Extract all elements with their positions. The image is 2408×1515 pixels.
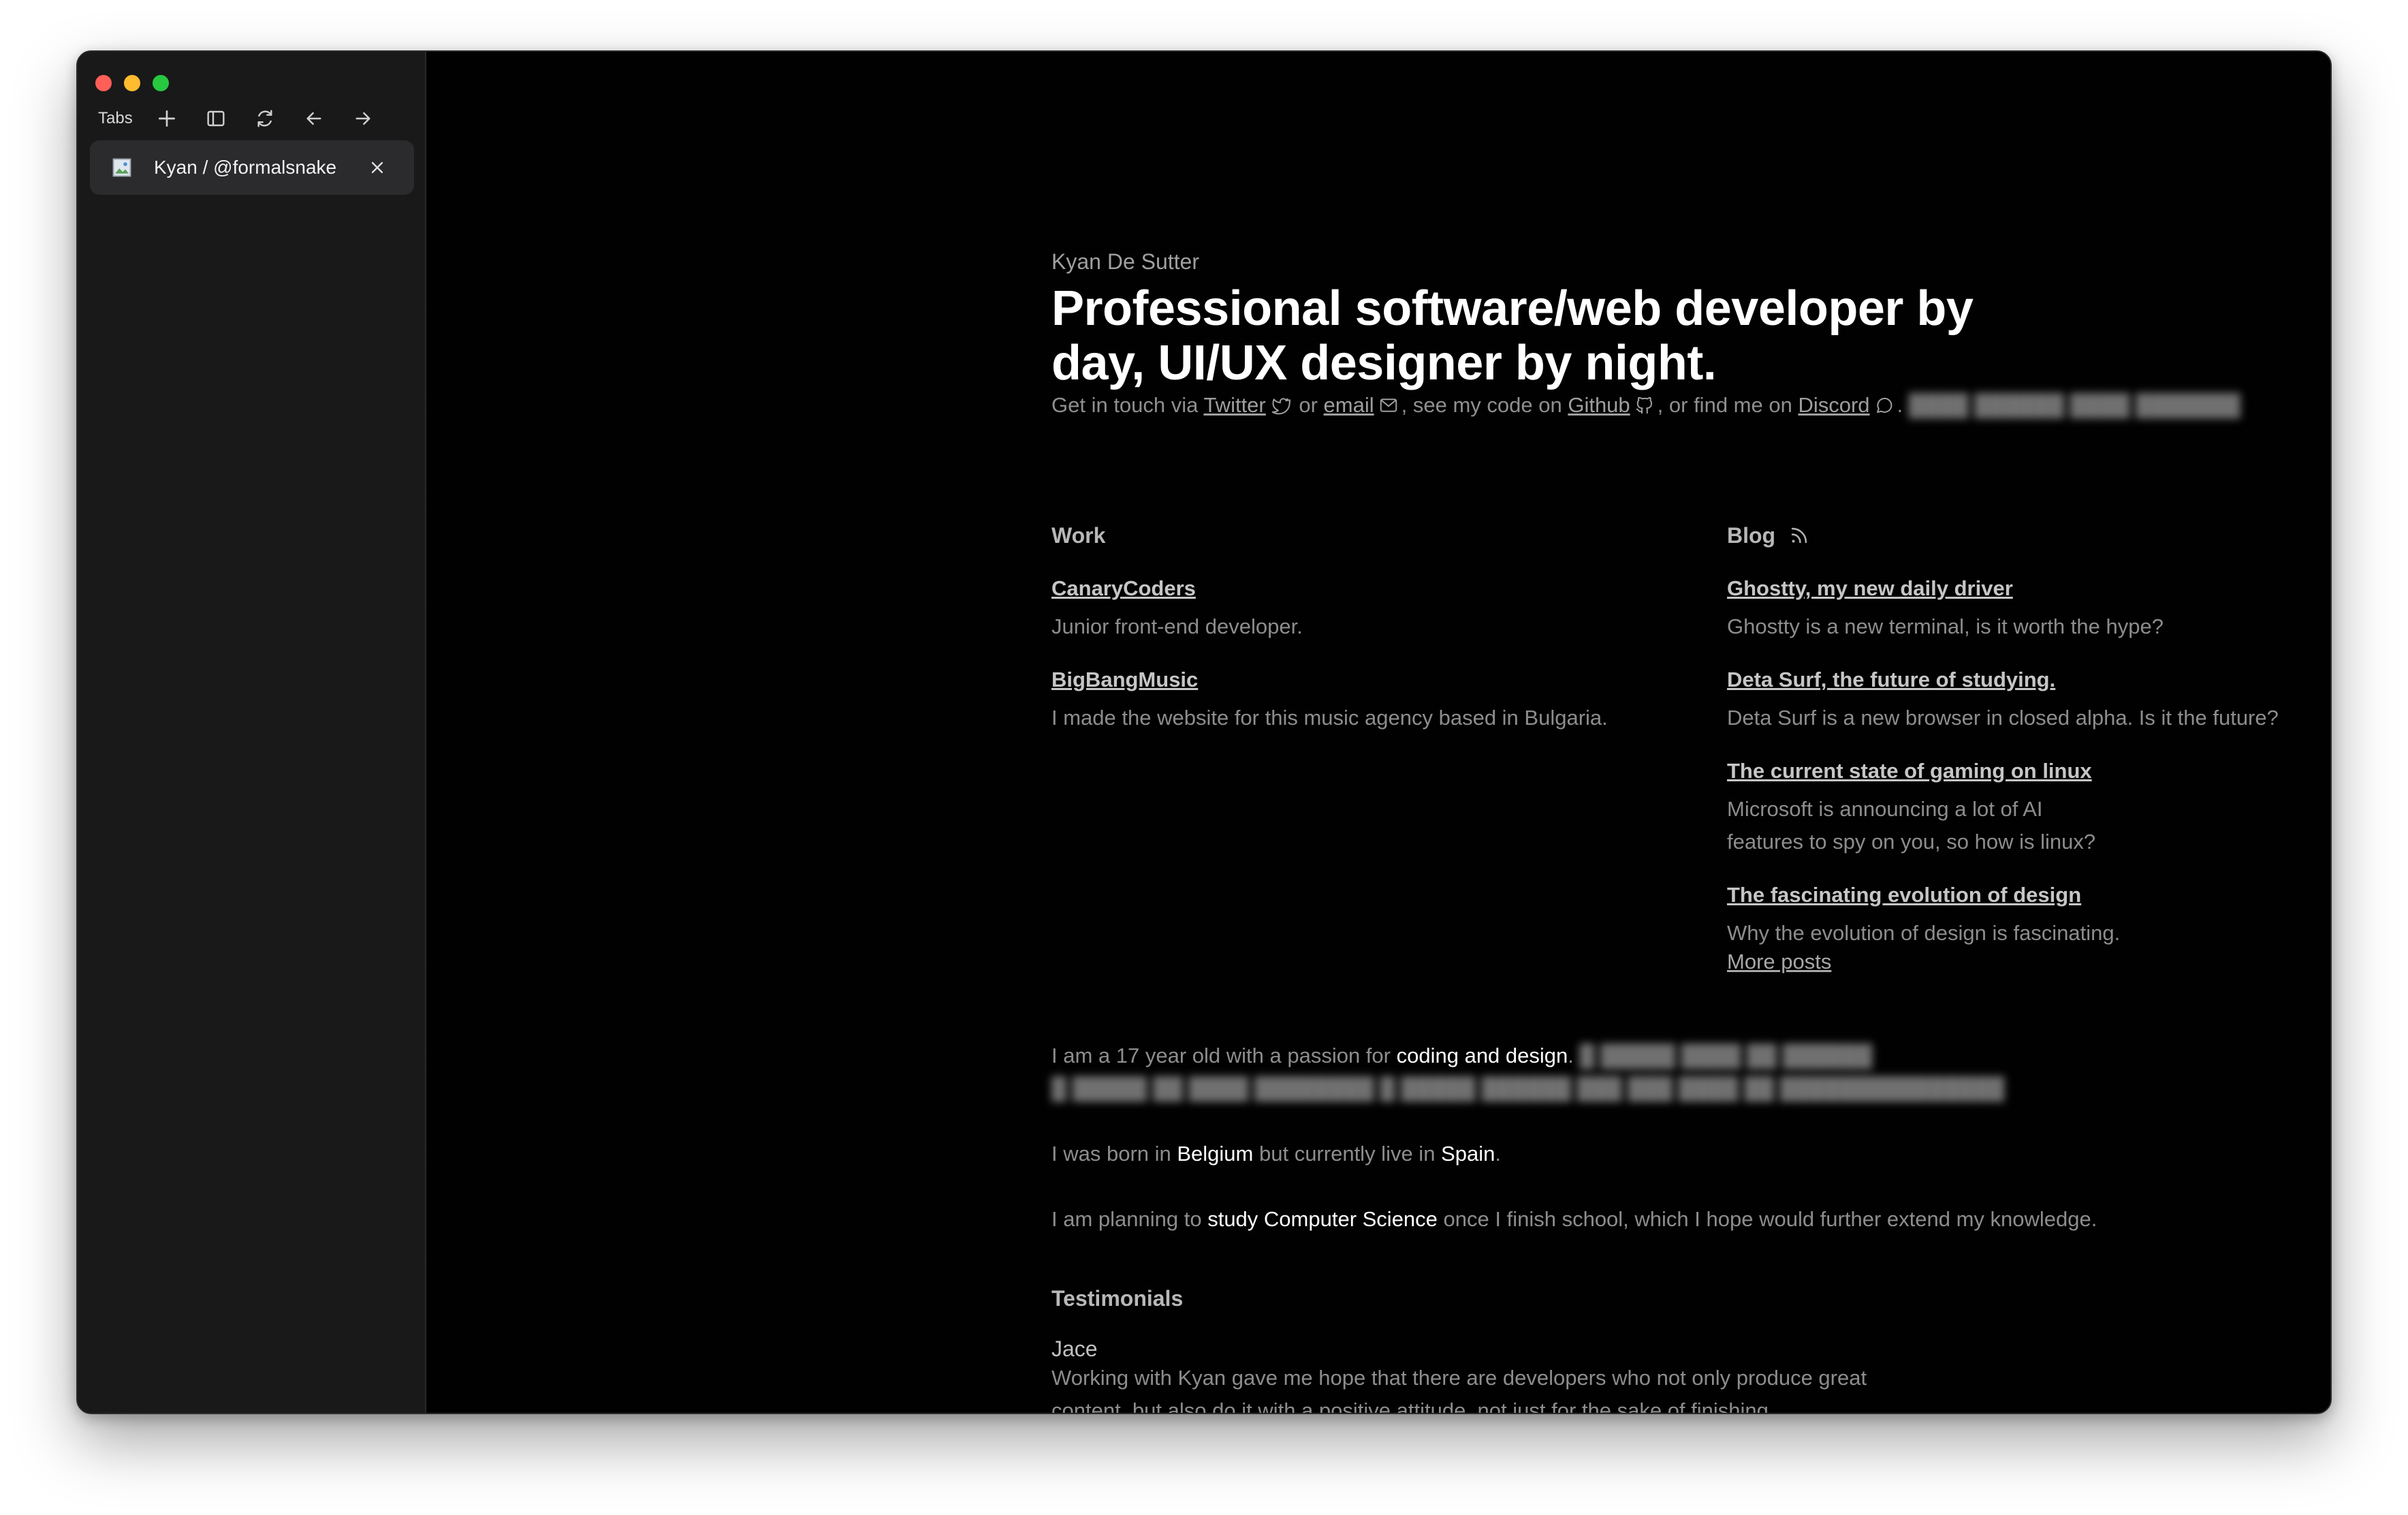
about-paragraph: I was born in Belgium but currently live…	[1051, 1138, 2330, 1170]
about-paragraph: I am a 17 year old with a passion for co…	[1051, 1040, 2330, 1105]
about-paragraph: I am planning to study Computer Science …	[1051, 1203, 2330, 1236]
blog-item: The fascinating evolution of design Why …	[1727, 883, 2330, 950]
work-section: Work CanaryCoders Junior front-end devel…	[1051, 522, 1705, 734]
about-highlight: Belgium	[1177, 1142, 1254, 1166]
window-controls	[95, 75, 169, 91]
blog-heading: Blog	[1727, 522, 2330, 549]
contact-line: Get in touch via Twitter or email , see m…	[1051, 393, 2330, 418]
browser-sidebar: Tabs Kyan / @formalsnake	[78, 52, 426, 1413]
sidebar-toggle-icon[interactable]	[201, 104, 231, 134]
reload-icon[interactable]	[250, 104, 280, 134]
blog-item-desc: Ghostty is a new terminal, is it worth t…	[1727, 614, 2164, 638]
blog-item-link[interactable]: Deta Surf, the future of studying.	[1727, 668, 2330, 692]
work-item-link[interactable]: CanaryCoders	[1051, 576, 1705, 601]
tabs-label: Tabs	[98, 109, 133, 127]
browser-window: Tabs Kyan / @formalsnake Kyan De Sutter …	[76, 50, 2332, 1414]
blog-item-desc: Why the evolution of design is fascinati…	[1727, 921, 2121, 945]
favicon-icon	[112, 158, 131, 177]
twitter-bird-icon	[1271, 398, 1290, 415]
about-highlight: study Computer Science	[1207, 1207, 1438, 1231]
contact-or: or	[1293, 393, 1324, 417]
github-link[interactable]: Github	[1568, 393, 1630, 417]
discord-link[interactable]: Discord	[1798, 393, 1869, 417]
work-item: BigBangMusic I made the website for this…	[1051, 668, 1705, 734]
contact-prefix: Get in touch via	[1051, 393, 1204, 417]
about-text: I am planning to	[1051, 1207, 1208, 1231]
blog-item-desc: Deta Surf is a new browser in closed alp…	[1727, 706, 2279, 730]
close-window-button[interactable]	[95, 75, 112, 91]
email-link[interactable]: email	[1324, 393, 1374, 417]
blog-heading-label: Blog	[1727, 522, 1776, 548]
contact-code-text: , see my code on	[1401, 393, 1568, 417]
blurred-text: ████ ██████ ████ ███████	[1908, 393, 2240, 417]
blog-item: The current state of gaming on linux Mic…	[1727, 759, 2330, 858]
close-tab-icon[interactable]	[365, 155, 390, 180]
about-text: I was born in	[1051, 1142, 1177, 1166]
blog-item-desc: Microsoft is announcing a lot of AI feat…	[1727, 797, 2096, 854]
work-item-desc: I made the website for this music agency…	[1051, 706, 1608, 730]
about-text: but currently live in	[1253, 1142, 1442, 1166]
page-inner: Kyan De Sutter Professional software/web…	[1051, 249, 2330, 1413]
testimonials-section: Testimonials Jace Working with Kyan gave…	[1051, 1285, 2005, 1414]
page-content: Kyan De Sutter Professional software/web…	[426, 52, 2330, 1413]
about-text: once I finish school, which I hope would…	[1437, 1207, 2097, 1231]
blog-item: Ghostty, my new daily driver Ghostty is …	[1727, 576, 2330, 643]
mail-icon	[1380, 399, 1397, 412]
about-highlight: Spain	[1441, 1142, 1495, 1166]
new-tab-icon[interactable]	[152, 104, 182, 134]
testimonials-heading: Testimonials	[1051, 1285, 1184, 1311]
about-highlight: coding and design	[1396, 1044, 1568, 1067]
work-item-desc: Junior front-end developer.	[1051, 614, 1303, 638]
blog-item: Deta Surf, the future of studying. Deta …	[1727, 668, 2330, 734]
about-text: I am a 17 year old with a passion for	[1051, 1044, 1397, 1067]
work-item: CanaryCoders Junior front-end developer.	[1051, 576, 1705, 643]
about-section: I am a 17 year old with a passion for co…	[1051, 1040, 2330, 1268]
page-title: Professional software/web developer by d…	[1051, 281, 1974, 390]
author-name: Kyan De Sutter	[1051, 249, 1199, 274]
minimize-window-button[interactable]	[124, 75, 140, 91]
blog-item-link[interactable]: The fascinating evolution of design	[1727, 883, 2330, 907]
about-text: .	[1495, 1142, 1501, 1166]
sidebar-toolbar: Tabs	[98, 104, 397, 134]
rss-icon[interactable]	[1788, 524, 1811, 547]
testimonial-quote: Working with Kyan gave me hope that ther…	[1051, 1366, 1867, 1414]
forward-icon[interactable]	[348, 104, 378, 134]
testimonial-author: Jace	[1051, 1337, 1098, 1361]
more-posts-link[interactable]: More posts	[1727, 950, 2330, 974]
blog-item-link[interactable]: The current state of gaming on linux	[1727, 759, 2330, 783]
tab-title: Kyan / @formalsnake	[154, 157, 337, 178]
zoom-window-button[interactable]	[153, 75, 169, 91]
github-icon	[1636, 396, 1652, 414]
work-heading: Work	[1051, 522, 1106, 548]
about-text: .	[1568, 1044, 1574, 1067]
back-icon[interactable]	[299, 104, 329, 134]
twitter-link[interactable]: Twitter	[1203, 393, 1265, 417]
blog-item-link[interactable]: Ghostty, my new daily driver	[1727, 576, 2330, 601]
tab-active[interactable]: Kyan / @formalsnake	[90, 140, 414, 195]
contact-end: .	[1897, 393, 1903, 417]
work-item-link[interactable]: BigBangMusic	[1051, 668, 1705, 692]
blog-section: Blog Ghostty, my new daily driver Ghostt…	[1727, 522, 2330, 974]
chat-bubble-icon	[1876, 397, 1892, 413]
contact-find-text: , or find me on	[1657, 393, 1799, 417]
